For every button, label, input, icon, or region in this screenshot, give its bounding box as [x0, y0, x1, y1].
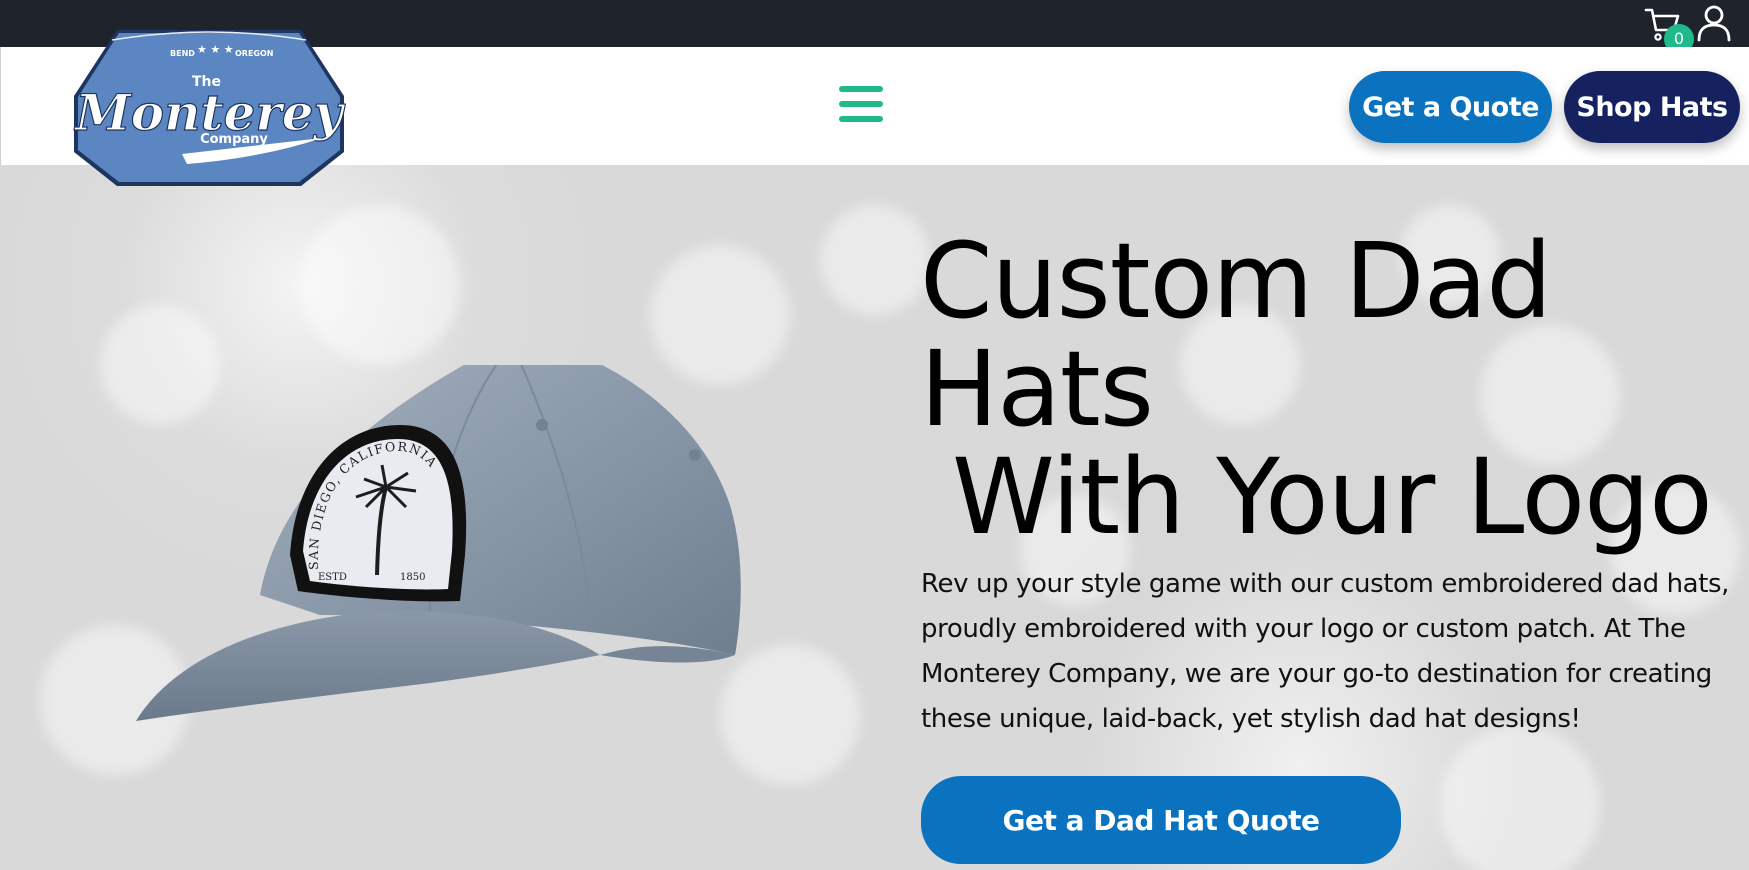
get-a-quote-button[interactable]: Get a Quote	[1349, 71, 1552, 143]
hamburger-menu-icon[interactable]	[839, 86, 885, 126]
patch-estd-text: ESTD	[318, 572, 347, 583]
svg-text:★ ★ ★: ★ ★ ★	[197, 43, 234, 56]
logo-oregon-text: OREGON	[235, 49, 274, 58]
logo-company-text: Company	[200, 132, 268, 147]
hero-section: ESTD 1850 SAN DIEGO, CALIFORNIA Custom D…	[0, 165, 1749, 870]
user-icon[interactable]	[1696, 4, 1732, 42]
cart-button[interactable]: 0	[1640, 4, 1694, 54]
hero-description: Rev up your style game with our custom e…	[921, 569, 1730, 734]
logo-bend-text: BEND	[170, 49, 195, 58]
shop-hats-button[interactable]: Shop Hats	[1564, 71, 1740, 143]
monterey-company-logo[interactable]: BEND ★ ★ ★ OREGON The Monterey Company	[72, 26, 346, 188]
hero-title-line-1: Custom Dad	[920, 220, 1552, 342]
patch-year-text: 1850	[400, 572, 425, 583]
hero-title: Custom Dad Hats With Your Logo	[920, 227, 1740, 551]
hero-title-line-3: With Your Logo	[920, 436, 1713, 558]
dad-hat-image: ESTD 1850 SAN DIEGO, CALIFORNIA	[136, 365, 741, 721]
hero-title-line-2: Hats	[920, 328, 1154, 450]
get-dad-hat-quote-button[interactable]: Get a Dad Hat Quote	[921, 776, 1401, 864]
